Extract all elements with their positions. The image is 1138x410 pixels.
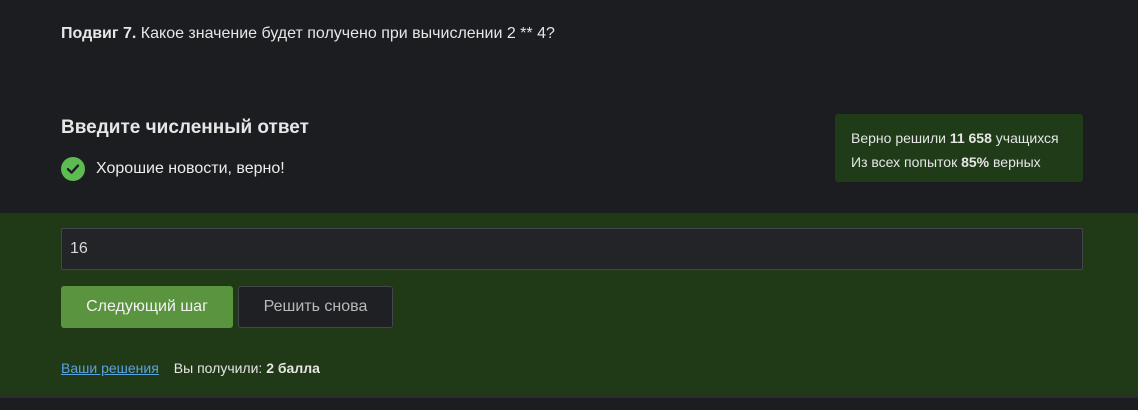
question-body: Какое значение будет получено при вычисл… [136,25,555,42]
step-page: Подвиг 7. Какое значение будет получено … [0,0,1138,410]
solutions-row: Ваши решения Вы получили: 2 балла [61,360,320,376]
your-solutions-link[interactable]: Ваши решения [61,360,159,376]
correct-percent: 85% [961,154,990,170]
bottom-divider [0,396,1138,410]
answer-input[interactable] [61,228,1083,270]
stats-percent-suffix: верных [989,154,1041,170]
feedback-message: Хорошие новости, верно! [61,157,285,181]
next-step-button[interactable]: Следующий шаг [61,286,233,328]
stats-percent-line: Из всех попыток 85% верных [851,150,1067,174]
solved-count: 11 658 [949,130,992,146]
score-prefix: Вы получили: [173,360,267,376]
score-value: 2 балла [266,360,320,376]
retry-button[interactable]: Решить снова [238,286,393,328]
feedback-text: Хорошие новости, верно! [96,160,285,177]
stats-percent-prefix: Из всех попыток [851,154,962,170]
score-text: Вы получили: 2 балла [174,360,320,376]
question-prefix: Подвиг 7. [61,25,137,42]
question-text: Подвиг 7. Какое значение будет получено … [61,25,555,43]
answer-heading: Введите численный ответ [61,117,309,138]
stats-box: Верно решили 11 658 учащихся Из всех поп… [835,114,1083,182]
check-circle-icon [61,157,85,181]
stats-solved-prefix: Верно решили [851,130,950,146]
stats-solved-line: Верно решили 11 658 учащихся [851,126,1067,150]
stats-solved-suffix: учащихся [991,130,1059,146]
